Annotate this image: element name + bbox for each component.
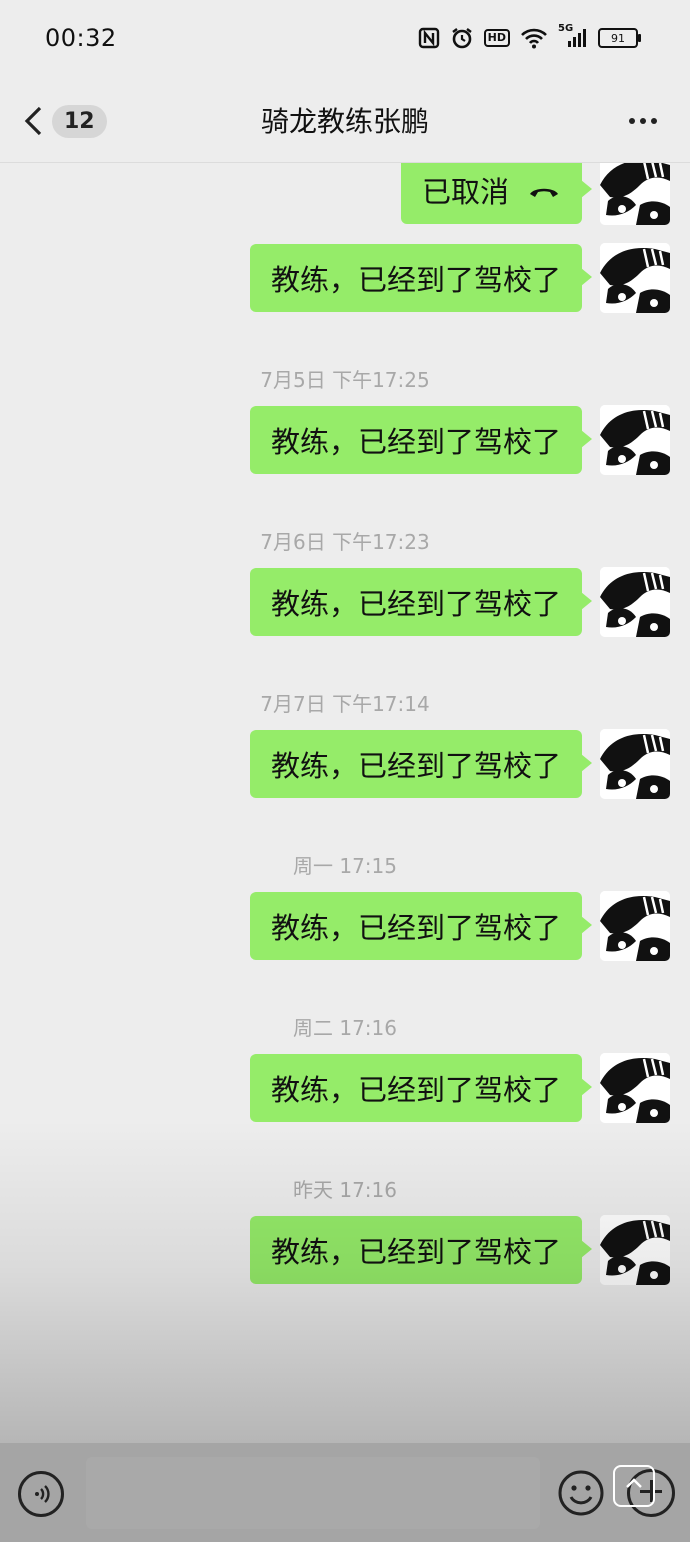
avatar[interactable] <box>600 567 670 637</box>
chat-header: 骑龙教练张鹏 12 <box>0 80 690 163</box>
chevron-left-icon <box>24 106 42 136</box>
share-button[interactable] <box>613 1465 655 1507</box>
wifi-icon <box>520 27 548 49</box>
message-bubble[interactable]: 教练，已经到了驾校了 <box>249 1054 593 1122</box>
avatar[interactable] <box>600 729 670 799</box>
message-timestamp: 周二 17:16 <box>293 1016 397 1040</box>
hd-icon: HD <box>483 29 510 47</box>
battery-icon: 91 <box>598 28 641 48</box>
message-bubble[interactable]: 教练，已经到了驾校了 <box>249 406 593 474</box>
message-timestamp: 昨天 17:16 <box>293 1178 397 1202</box>
avatar[interactable] <box>600 163 670 225</box>
message-text: 教练，已经到了驾校了 <box>270 911 561 945</box>
alarm-icon <box>450 26 474 50</box>
status-bar: 00:32 HD 5G 91 <box>0 0 690 80</box>
message-text: 教练，已经到了驾校了 <box>270 1073 561 1107</box>
message-text: 教练，已经到了驾校了 <box>270 587 561 621</box>
message-bubble[interactable]: 教练，已经到了驾校了 <box>249 568 593 636</box>
phone-hangup-icon <box>527 173 561 207</box>
more-options-button[interactable] <box>618 104 668 138</box>
avatar[interactable] <box>600 243 670 313</box>
share-icon <box>626 1478 642 1488</box>
message-text: 教练，已经到了驾校了 <box>270 749 561 783</box>
avatar[interactable] <box>600 1053 670 1123</box>
message-bubble[interactable]: 教练，已经到了驾校了 <box>249 244 593 312</box>
avatar[interactable] <box>600 405 670 475</box>
voice-button[interactable] <box>18 1471 64 1517</box>
back-button[interactable]: 12 <box>22 100 107 142</box>
message-text: 已取消 <box>421 175 509 209</box>
more-dots-icon <box>629 118 635 124</box>
call-record-bubble[interactable]: 已取消 <box>400 163 593 224</box>
message-text: 教练，已经到了驾校了 <box>270 263 561 297</box>
message-text: 教练，已经到了驾校了 <box>270 425 561 459</box>
message-bubble[interactable]: 教练，已经到了驾校了 <box>249 1216 593 1284</box>
nfc-icon <box>418 27 440 49</box>
voice-icon <box>35 1485 50 1503</box>
message-timestamp: 周一 17:15 <box>293 854 397 878</box>
signal-5g-icon: 5G <box>558 23 588 49</box>
message-bubble[interactable]: 教练，已经到了驾校了 <box>249 730 593 798</box>
message-timestamp: 7月6日 下午17:23 <box>260 530 430 554</box>
avatar[interactable] <box>600 891 670 961</box>
input-bar <box>0 1443 690 1542</box>
message-timestamp: 7月5日 下午17:25 <box>260 368 430 392</box>
emoji-icon <box>558 1470 604 1516</box>
status-icons: HD 5G 91 <box>418 23 641 50</box>
message-timestamp: 7月7日 下午17:14 <box>260 692 430 716</box>
network-label: 5G <box>558 23 574 34</box>
message-list[interactable]: 已取消教练，已经到了驾校了 7月5日 下午17:25 教练，已经到了驾校了 7月6日 … <box>0 163 690 1443</box>
message-text: 教练，已经到了驾校了 <box>270 1235 561 1269</box>
status-time: 00:32 <box>45 24 117 52</box>
message-bubble[interactable]: 教练，已经到了驾校了 <box>249 892 593 960</box>
unread-count-badge: 12 <box>52 104 107 138</box>
emoji-button[interactable] <box>557 1469 605 1517</box>
message-input[interactable] <box>86 1457 540 1529</box>
avatar[interactable] <box>600 1215 670 1285</box>
